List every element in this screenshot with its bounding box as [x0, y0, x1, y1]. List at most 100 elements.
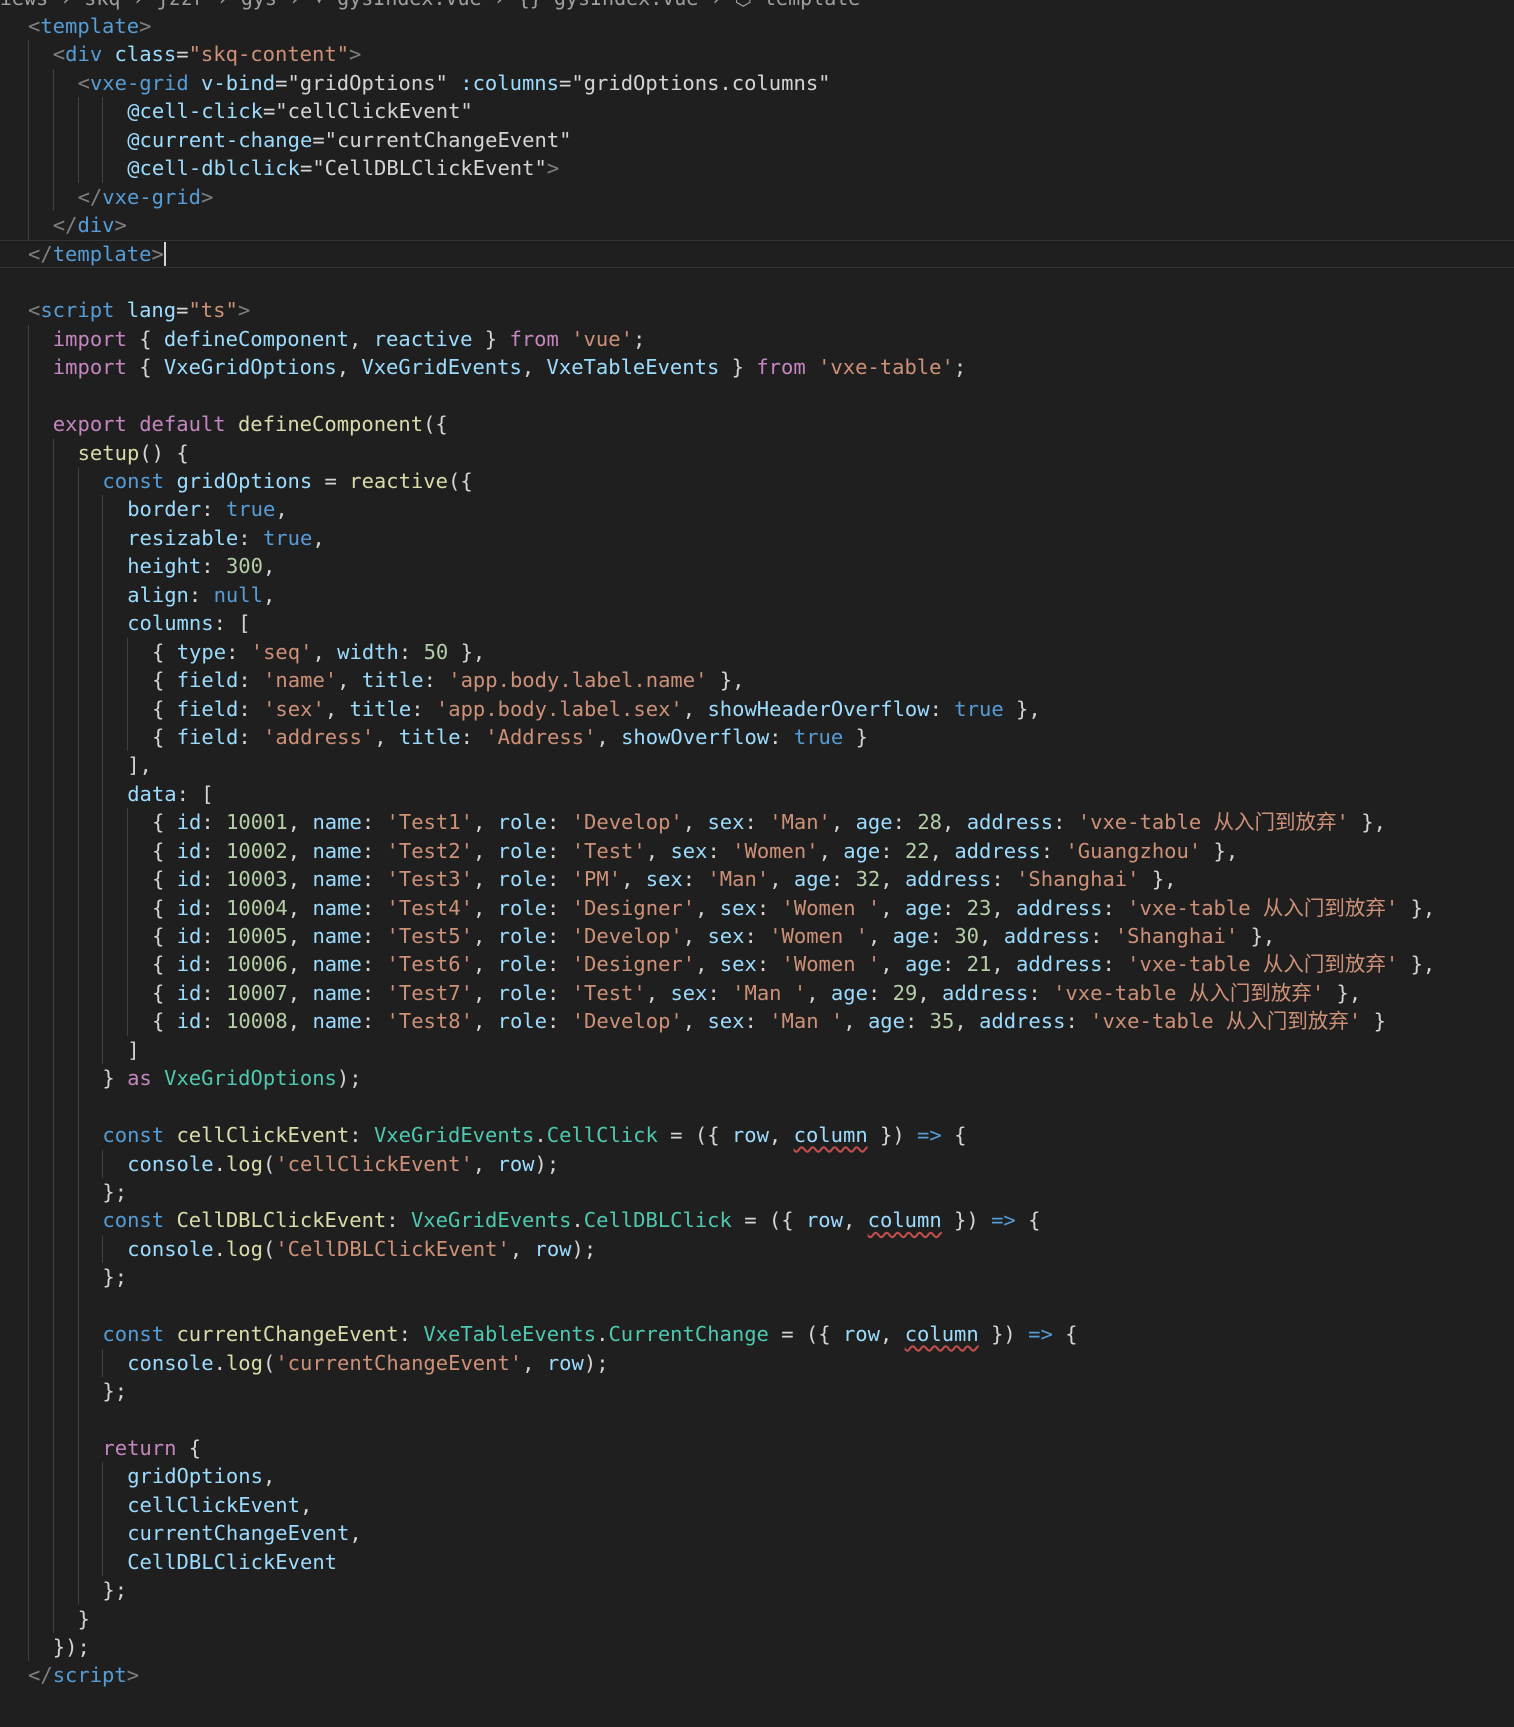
code-line[interactable]: ],	[0, 751, 1514, 780]
code-line[interactable]: });	[0, 1632, 1514, 1662]
code-token: :	[547, 980, 572, 1005]
code-line[interactable]: const CellDBLClickEvent: VxeGridEvents.C…	[0, 1206, 1514, 1235]
code-line[interactable]: setup() {	[0, 438, 1514, 467]
code-line[interactable]: { id: 10001, name: 'Test1', role: 'Devel…	[0, 808, 1514, 837]
code-line[interactable]: const currentChangeEvent: VxeTableEvents…	[0, 1320, 1514, 1349]
indent-guide	[52, 438, 54, 467]
code-line[interactable]: import { defineComponent, reactive } fro…	[0, 324, 1514, 354]
code-text: } as VxeGridOptions);	[102, 1064, 361, 1092]
code-line[interactable]: const gridOptions = reactive({	[0, 467, 1514, 496]
code-line[interactable]: CellDBLClickEvent	[0, 1547, 1514, 1577]
code-token: 'Shanghai'	[1114, 924, 1239, 948]
code-token: :	[238, 724, 264, 749]
code-token: ,	[769, 867, 794, 892]
code-line[interactable]: { id: 10002, name: 'Test2', role: 'Test'…	[0, 836, 1514, 866]
code-line[interactable]: export default defineComponent({	[0, 410, 1514, 439]
code-line[interactable]: currentChangeEvent,	[0, 1519, 1514, 1548]
breadcrumb[interactable]: iews › skq › jzzr › gys › ▾ gysIndex.vue…	[0, 0, 860, 8]
code-line[interactable]: height: 300,	[0, 552, 1514, 581]
code-line[interactable]: columns: [	[0, 609, 1514, 638]
code-line[interactable]: console.log('CellDBLClickEvent', row);	[0, 1234, 1514, 1264]
code-line[interactable]	[0, 1291, 1514, 1321]
code-line[interactable]: data: [	[0, 779, 1514, 809]
code-line[interactable]	[0, 1405, 1514, 1434]
code-line[interactable]: }	[0, 1604, 1514, 1633]
code-token: ,	[682, 810, 708, 835]
code-line[interactable]: <vxe-grid v-bind="gridOptions" :columns=…	[0, 68, 1514, 98]
code-line[interactable]: };	[0, 1576, 1514, 1605]
code-text: const CellDBLClickEvent: VxeGridEvents.C…	[102, 1206, 1040, 1234]
code-token: ,	[337, 668, 362, 693]
code-line[interactable]: };	[0, 1177, 1514, 1207]
code-line[interactable]: } as VxeGridOptions);	[0, 1064, 1514, 1093]
code-token: role	[497, 810, 547, 835]
code-line[interactable]: { id: 10008, name: 'Test8', role: 'Devel…	[0, 1007, 1514, 1036]
code-line[interactable]: align: null,	[0, 580, 1514, 610]
code-line[interactable]	[0, 381, 1514, 411]
code-line[interactable]: const cellClickEvent: VxeGridEvents.Cell…	[0, 1121, 1514, 1150]
code-token: :	[361, 924, 387, 948]
code-editor[interactable]: <template> <div class="skq-content"> <vxe-…	[0, 12, 1514, 1690]
code-token: ,	[287, 895, 313, 920]
code-token: 'Test6'	[386, 952, 473, 977]
code-line[interactable]	[0, 1092, 1514, 1122]
code-line[interactable]: </div>	[0, 211, 1514, 240]
code-token: sex	[645, 867, 683, 892]
code-token: 'currentChangeEvent'	[275, 1350, 523, 1375]
code-token: :	[547, 838, 572, 863]
code-line[interactable]: <div class="skq-content">	[0, 40, 1514, 69]
code-line[interactable]: import { VxeGridOptions, VxeGridEvents, …	[0, 353, 1514, 382]
code-line[interactable]: @cell-click="cellClickEvent"	[0, 97, 1514, 126]
code-token: :	[1102, 895, 1128, 920]
code-token: 'Address'	[485, 724, 597, 749]
code-line[interactable]: { field: 'sex', title: 'app.body.label.s…	[0, 694, 1514, 723]
code-token: .	[213, 1350, 226, 1375]
code-line[interactable]: return {	[0, 1433, 1514, 1463]
code-line[interactable]: { id: 10006, name: 'Test6', role: 'Desig…	[0, 950, 1514, 979]
code-line[interactable]: @current-change="currentChangeEvent"	[0, 125, 1514, 155]
code-token: 'Test2'	[386, 838, 473, 863]
code-token: ,	[472, 867, 498, 892]
code-token: const	[102, 1322, 165, 1347]
code-line[interactable]: { id: 10004, name: 'Test4', role: 'Desig…	[0, 893, 1514, 922]
code-line[interactable]: console.log('cellClickEvent', row);	[0, 1149, 1514, 1178]
code-line[interactable]: <script lang="ts">	[0, 296, 1514, 324]
indent-guide	[52, 1320, 54, 1349]
indent-guide	[28, 808, 29, 837]
code-line[interactable]: { id: 10007, name: 'Test7', role: 'Test'…	[0, 978, 1514, 1008]
code-line[interactable]	[0, 268, 1514, 296]
code-token: column	[867, 1208, 942, 1233]
indent-guide	[28, 1348, 29, 1377]
code-token: column	[793, 1123, 868, 1148]
code-token: =	[176, 298, 189, 323]
code-line[interactable]: border: true,	[0, 495, 1514, 524]
code-line[interactable]: gridOptions,	[0, 1462, 1514, 1491]
code-line[interactable]: };	[0, 1263, 1514, 1292]
code-line[interactable]: @cell-dblclick="CellDBLClickEvent">	[0, 154, 1514, 183]
code-line[interactable]: cellClickEvent,	[0, 1490, 1514, 1520]
code-line[interactable]: { field: 'name', title: 'app.body.label.…	[0, 666, 1514, 695]
code-line[interactable]: </script>	[0, 1661, 1514, 1689]
code-line[interactable]: { field: 'address', title: 'Address', sh…	[0, 722, 1514, 752]
code-token: age	[904, 895, 942, 920]
code-line[interactable]: resizable: true,	[0, 523, 1514, 553]
code-line[interactable]: { id: 10005, name: 'Test5', role: 'Devel…	[0, 922, 1514, 951]
code-line[interactable]: <template>	[0, 12, 1514, 40]
code-token: ,	[929, 838, 955, 863]
code-line[interactable]: };	[0, 1377, 1514, 1406]
code-token: id	[176, 924, 202, 948]
code-token: :	[941, 952, 967, 977]
code-line[interactable]: </vxe-grid>	[0, 182, 1514, 212]
code-line[interactable]: console.log('currentChangeEvent', row);	[0, 1348, 1514, 1377]
code-token: log	[225, 1236, 263, 1261]
code-line[interactable]: ]	[0, 1035, 1514, 1065]
indent-guide	[52, 1405, 54, 1434]
indent-guide	[52, 978, 54, 1008]
indent-guide	[28, 1433, 29, 1463]
code-line[interactable]: { type: 'seq', width: 50 },	[0, 637, 1514, 667]
code-line[interactable]: </template>	[0, 240, 1514, 268]
indent-guide	[102, 125, 104, 155]
indent-guide	[28, 1547, 29, 1577]
code-text: }	[78, 1605, 90, 1633]
code-line[interactable]: { id: 10003, name: 'Test3', role: 'PM', …	[0, 865, 1514, 894]
